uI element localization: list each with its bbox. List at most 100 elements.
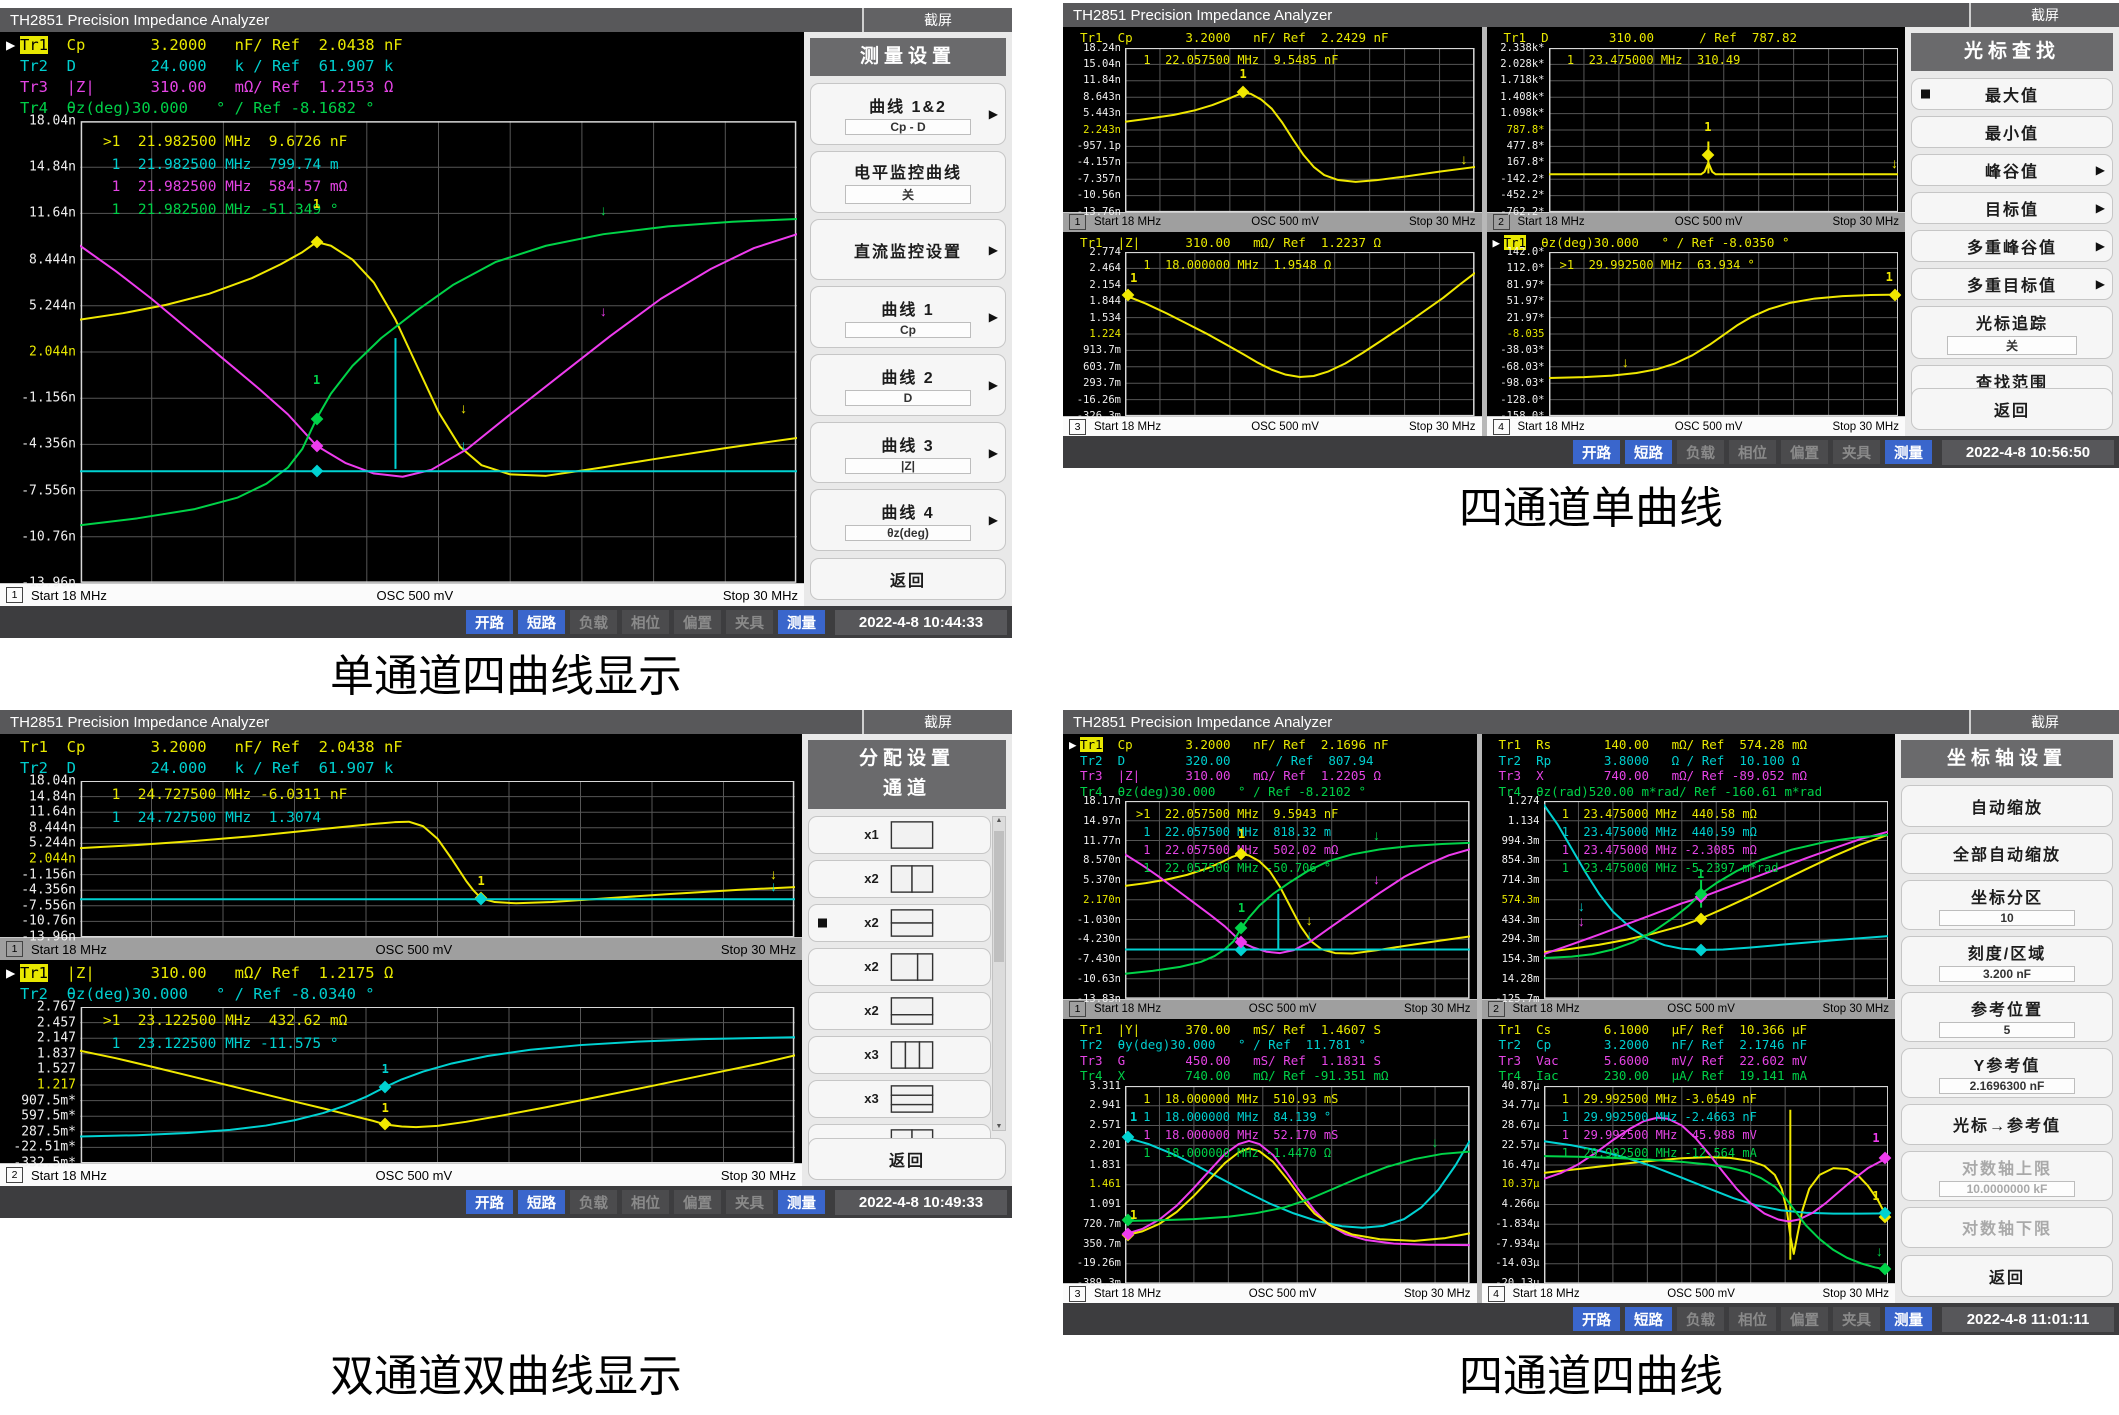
menu-button-3[interactable]: 峰谷值▶ — [1911, 154, 2113, 186]
menu-button-7[interactable]: x3 — [808, 1080, 991, 1118]
trace-row[interactable]: Tr4 X 740.00 mΩ/ Ref -91.351 mΩ — [1069, 1068, 1477, 1084]
screenshot-button[interactable]: 截屏 — [1969, 710, 2119, 734]
menu-button-2[interactable]: 最小值 — [1911, 116, 2113, 148]
back-button[interactable]: 返回 — [1901, 1255, 2113, 1297]
menu-button-7[interactable]: 光标追踪关 — [1911, 306, 2113, 359]
cal-button-4[interactable]: 相位 — [622, 610, 669, 634]
trace-row[interactable]: Tr1 Rs 140.00 mΩ/ Ref 574.28 mΩ — [1488, 737, 1896, 753]
trace-row[interactable]: Tr1 Cp 3.2000 nF/ Ref 2.2429 nF — [1069, 30, 1482, 46]
cal-button-3[interactable]: 负载 — [1677, 440, 1724, 464]
trace-row[interactable]: Tr2 D 320.00 / Ref 807.94 — [1069, 753, 1477, 769]
screenshot-button[interactable]: 截屏 — [862, 8, 1012, 32]
cal-button-7[interactable]: 测量 — [778, 1190, 825, 1214]
trace-row[interactable]: ▶Tr1 |Z| 310.00 mΩ/ Ref 1.2175 Ω — [6, 963, 802, 984]
menu-button-7[interactable]: 光标→参考值 — [1901, 1104, 2113, 1145]
cal-button-1[interactable]: 开路 — [1573, 1307, 1620, 1331]
cal-button-5[interactable]: 偏置 — [1781, 440, 1828, 464]
cal-button-6[interactable]: 夹具 — [1833, 440, 1880, 464]
cal-button-1[interactable]: 开路 — [466, 1190, 513, 1214]
trace-row[interactable]: Tr4 θz(rad)520.00 m*rad/ Ref -160.61 m*r… — [1488, 784, 1896, 800]
back-button[interactable]: 返回 — [808, 1138, 1006, 1180]
trace-row[interactable]: Tr1 Cp 3.2000 nF/ Ref 2.0438 nF — [6, 737, 802, 758]
cal-button-4[interactable]: 相位 — [1729, 440, 1776, 464]
menu-button-3[interactable]: 直流监控设置▶ — [810, 219, 1006, 281]
menu-button-5[interactable]: 多重峰谷值▶ — [1911, 230, 2113, 262]
menu-button-4[interactable]: 刻度/区域3.200 nF — [1901, 936, 2113, 986]
menu-button-4[interactable]: 目标值▶ — [1911, 192, 2113, 224]
menu-button-1[interactable]: x1 — [808, 816, 991, 854]
trace-row[interactable]: ▶Tr1 Cp 3.2000 nF/ Ref 2.1696 nF — [1069, 737, 1477, 753]
trace-row[interactable]: Tr2 D 24.000 k / Ref 61.907 k — [6, 758, 802, 779]
back-button[interactable]: 返回 — [810, 558, 1006, 600]
trace-row[interactable]: Tr1 |Z| 310.00 mΩ/ Ref 1.2237 Ω — [1069, 235, 1482, 251]
trace-row[interactable]: Tr1 Cs 6.1000 μF/ Ref 10.366 μF — [1488, 1022, 1896, 1038]
menu-button-6[interactable]: 曲线 3|Z|▶ — [810, 422, 1006, 484]
cal-button-4[interactable]: 相位 — [622, 1190, 669, 1214]
menu-button-1[interactable]: 曲线 1&2Cp - D▶ — [810, 83, 1006, 145]
menu-button-6[interactable]: x3 — [808, 1036, 991, 1074]
menu-button-6[interactable]: 多重目标值▶ — [1911, 268, 2113, 300]
cal-button-2[interactable]: 短路 — [518, 610, 565, 634]
trace-row[interactable]: Tr4 Iac 230.00 μA/ Ref 19.141 mA — [1488, 1068, 1896, 1084]
trace-row[interactable]: Tr2 D 24.000 k / Ref 61.907 k — [6, 56, 804, 77]
menu-button-5[interactable]: 参考位置5 — [1901, 992, 2113, 1042]
cal-button-3[interactable]: 负载 — [570, 610, 617, 634]
menu-button-5[interactable]: 曲线 2D▶ — [810, 354, 1006, 416]
trace-row[interactable]: Tr2 Cp 3.2000 nF/ Ref 2.1746 nF — [1488, 1037, 1896, 1053]
cal-button-6[interactable]: 夹具 — [726, 1190, 773, 1214]
menu-button-2[interactable]: 电平监控曲线关 — [810, 151, 1006, 213]
menu-button-7[interactable]: 曲线 4θz(deg)▶ — [810, 489, 1006, 551]
menu-button-1[interactable]: 最大值 — [1911, 78, 2113, 110]
trace-row[interactable]: ▶Tr1 Cp 3.2000 nF/ Ref 2.0438 nF — [6, 35, 804, 56]
cal-button-7[interactable]: 测量 — [778, 610, 825, 634]
x-axis-start-label: Start 18 MHz — [1513, 1288, 1580, 1300]
trace-row[interactable]: Tr3 |Z| 310.00 mΩ/ Ref 1.2205 Ω — [1069, 768, 1477, 784]
scroll-down-icon[interactable]: ▼ — [996, 1123, 1003, 1130]
menu-button-6[interactable]: Y参考值2.1696300 nF — [1901, 1048, 2113, 1098]
cal-button-5[interactable]: 偏置 — [674, 610, 721, 634]
menu-button-8[interactable]: 对数轴上限10.0000000 kF — [1901, 1151, 2113, 1201]
cal-button-1[interactable]: 开路 — [466, 610, 513, 634]
menu-button-3[interactable]: 坐标分区10 — [1901, 880, 2113, 930]
cal-button-7[interactable]: 测量 — [1885, 440, 1932, 464]
trace-row[interactable]: Tr2 θz(deg)30.000 ° / Ref -8.0340 ° — [6, 984, 802, 1005]
menu-button-4[interactable]: 曲线 1Cp▶ — [810, 286, 1006, 348]
cal-button-5[interactable]: 偏置 — [1781, 1307, 1828, 1331]
cal-button-3[interactable]: 负载 — [1677, 1307, 1724, 1331]
menu-button-9[interactable]: 对数轴下限 — [1901, 1207, 2113, 1248]
trace-row[interactable]: Tr3 |Z| 310.00 mΩ/ Ref 1.2153 Ω — [6, 77, 804, 98]
menu-button-2[interactable]: x2 — [808, 860, 991, 898]
trace-row[interactable]: Tr1 D 310.00 / Ref 787.82 — [1493, 30, 1906, 46]
cal-button-6[interactable]: 夹具 — [726, 610, 773, 634]
trace-row[interactable]: Tr3 G 450.00 mS/ Ref 1.1831 S — [1069, 1053, 1477, 1069]
trace-row[interactable]: Tr3 Vac 5.6000 mV/ Ref 22.602 mV — [1488, 1053, 1896, 1069]
screenshot-button[interactable]: 截屏 — [862, 710, 1012, 734]
trace-row[interactable]: Tr2 Rp 3.8000 Ω / Ref 10.100 Ω — [1488, 753, 1896, 769]
cal-button-2[interactable]: 短路 — [1625, 440, 1672, 464]
trace-row[interactable]: Tr4 θz(deg)30.000 ° / Ref -8.1682 ° — [6, 98, 804, 119]
trace-row[interactable]: Tr1 |Y| 370.00 mS/ Ref 1.4607 S — [1069, 1022, 1477, 1038]
menu-button-4[interactable]: x2 — [808, 948, 991, 986]
trace-row[interactable]: Tr4 θz(deg)30.000 ° / Ref -8.2102 ° — [1069, 784, 1477, 800]
menu-scrollbar[interactable]: ▲▼ — [992, 816, 1006, 1131]
cal-button-2[interactable]: 短路 — [1625, 1307, 1672, 1331]
screenshot-button[interactable]: 截屏 — [1969, 3, 2119, 27]
trace-row[interactable]: Tr3 X 740.00 mΩ/ Ref -89.052 mΩ — [1488, 768, 1896, 784]
trace-row[interactable]: Tr2 θy(deg)30.000 ° / Ref 11.781 ° — [1069, 1037, 1477, 1053]
cal-button-7[interactable]: 测量 — [1885, 1307, 1932, 1331]
cal-button-1[interactable]: 开路 — [1573, 440, 1620, 464]
menu-button-2[interactable]: 全部自动缩放 — [1901, 833, 2113, 874]
scroll-thumb[interactable] — [994, 831, 1004, 963]
cal-button-2[interactable]: 短路 — [518, 1190, 565, 1214]
cal-button-3[interactable]: 负载 — [570, 1190, 617, 1214]
menu-button-1[interactable]: 自动缩放 — [1901, 785, 2113, 826]
cal-button-6[interactable]: 夹具 — [1833, 1307, 1880, 1331]
menu-button-3[interactable]: x2 — [808, 904, 991, 942]
cal-button-5[interactable]: 偏置 — [674, 1190, 721, 1214]
menu-button-5[interactable]: x2 — [808, 992, 991, 1030]
softkey-menu: 光标查找最大值最小值峰谷值▶目标值▶多重峰谷值▶多重目标值▶光标追踪关查找范围关… — [1905, 27, 2119, 436]
trace-row[interactable]: ▶Tr1 θz(deg)30.000 ° / Ref -8.0350 ° — [1493, 235, 1906, 251]
scroll-up-icon[interactable]: ▲ — [996, 817, 1003, 824]
back-button[interactable]: 返回 — [1911, 388, 2113, 430]
cal-button-4[interactable]: 相位 — [1729, 1307, 1776, 1331]
